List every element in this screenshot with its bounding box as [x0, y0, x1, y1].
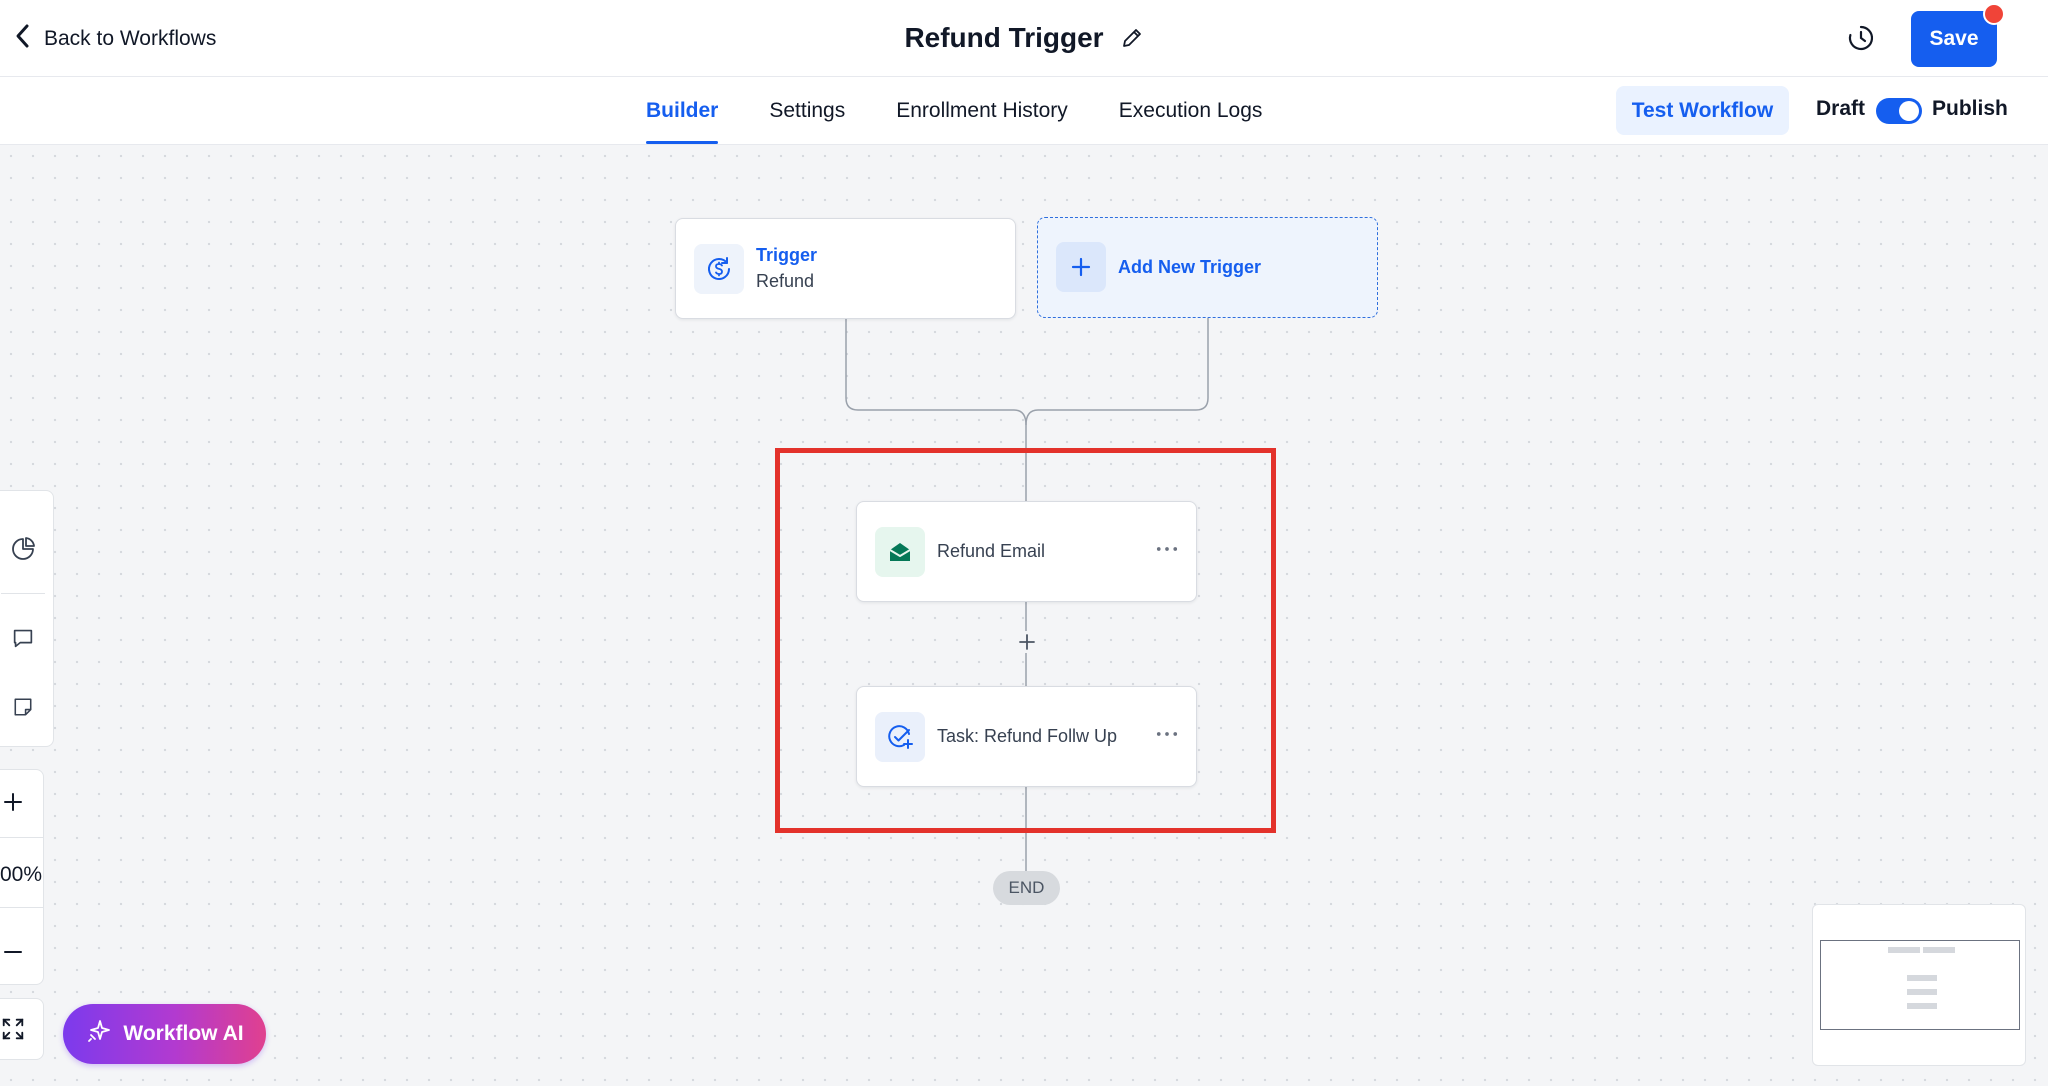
comment-icon[interactable] [1, 616, 45, 660]
fit-screen-icon[interactable] [0, 1007, 35, 1051]
tab-enrollment-history[interactable]: Enrollment History [896, 77, 1068, 144]
action-label: Refund Email [937, 541, 1046, 561]
add-step-plus-icon[interactable] [1016, 631, 1038, 653]
canvas-tools-panel [0, 490, 54, 747]
test-workflow-button[interactable]: Test Workflow [1616, 86, 1789, 135]
email-open-icon [875, 527, 925, 577]
action-card-refund-email[interactable]: Refund Email [856, 501, 1197, 602]
trigger-card[interactable]: Trigger Refund [675, 218, 1016, 319]
add-new-trigger-label: Add New Trigger [1118, 257, 1262, 277]
trigger-card-title: Trigger [756, 245, 818, 265]
plus-icon [1056, 242, 1106, 292]
task-check-icon [875, 712, 925, 762]
tab-execution-logs[interactable]: Execution Logs [1119, 77, 1263, 144]
publish-toggle[interactable] [1876, 98, 1922, 124]
divider [1, 593, 45, 594]
publish-label: Publish [1932, 97, 2008, 120]
minimap-node [1907, 989, 1937, 995]
trigger-card-subtitle: Refund [756, 271, 815, 291]
end-node: END [993, 871, 1060, 905]
unsaved-indicator-dot [1983, 3, 2005, 25]
zoom-level-value: 00% [0, 863, 43, 886]
zoom-out-icon[interactable] [0, 930, 35, 974]
zoom-in-icon[interactable] [0, 780, 35, 824]
tab-bar: Builder Settings Enrollment History Exec… [0, 77, 2048, 145]
tab-builder[interactable]: Builder [646, 77, 719, 144]
workflow-ai-button[interactable]: Workflow AI [63, 1004, 266, 1064]
top-header: Back to Workflows Refund Trigger Save [0, 0, 2048, 77]
workflow-canvas[interactable]: Trigger Refund Add New Trigger Refund Em… [0, 145, 2048, 1086]
minimap-viewport[interactable] [1820, 940, 2020, 1030]
add-new-trigger-button[interactable]: Add New Trigger [1037, 217, 1378, 318]
pie-chart-icon[interactable] [1, 527, 45, 571]
pencil-icon[interactable] [1120, 26, 1144, 50]
action-label: Task: Refund Follw Up [937, 726, 1118, 746]
sparkle-icon [85, 1017, 113, 1051]
minimap-node [1907, 975, 1937, 981]
tab-list: Builder Settings Enrollment History Exec… [646, 77, 1262, 144]
minimap-node [1888, 947, 1920, 953]
divider [0, 907, 44, 908]
draft-label: Draft [1816, 97, 1866, 120]
minimap-node [1907, 1003, 1937, 1009]
canvas-minimap[interactable] [1812, 904, 2026, 1066]
workflow-title-area: Refund Trigger [0, 18, 2048, 58]
more-options-icon[interactable] [1152, 723, 1182, 745]
sticky-note-icon[interactable] [1, 685, 45, 729]
toggle-knob [1899, 101, 1919, 121]
page-title: Refund Trigger [904, 22, 1104, 53]
minimap-node [1923, 947, 1955, 953]
more-options-icon[interactable] [1152, 538, 1182, 560]
tab-settings[interactable]: Settings [769, 77, 845, 144]
workflow-ai-label: Workflow AI [123, 1022, 244, 1045]
fit-view-panel [0, 998, 44, 1060]
refund-dollar-icon [694, 244, 744, 294]
action-card-task[interactable]: Task: Refund Follw Up [856, 686, 1197, 787]
history-clock-icon[interactable] [1845, 22, 1877, 54]
divider [0, 837, 44, 838]
